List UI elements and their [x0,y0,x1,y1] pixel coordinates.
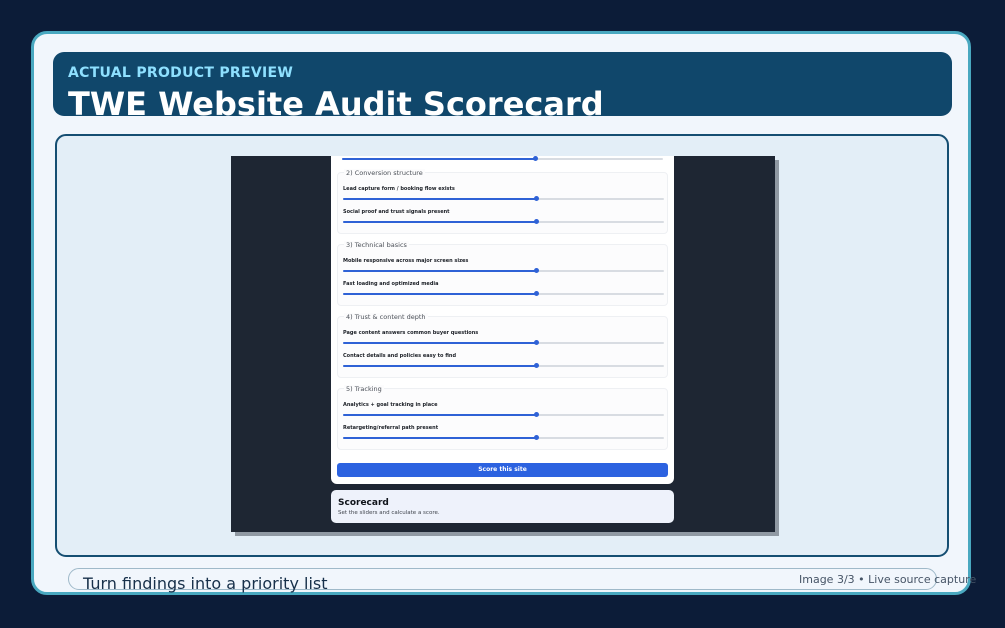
footer-caption: Turn findings into a priority list [83,574,328,593]
section-title: 3) Technical basics [344,241,409,249]
slider-fast-loading[interactable] [343,291,664,296]
slider-thumb[interactable] [533,435,539,440]
slider-analytics[interactable] [343,412,664,417]
header-banner: ACTUAL PRODUCT PREVIEW TWE Website Audit… [53,52,952,116]
section-trust-content: 4) Trust & content depth Page content an… [337,313,668,378]
section-title: 5) Tracking [344,385,384,393]
field-label: Fast loading and optimized media [343,281,439,287]
slider-thumb[interactable] [532,156,538,161]
scorecard-title: Scorecard [338,498,389,508]
audit-form-panel: 2) Conversion structure Lead capture for… [331,156,674,484]
slider-retargeting[interactable] [343,435,664,440]
slider-mobile-responsive[interactable] [343,268,664,273]
slider-page-content[interactable] [343,340,664,345]
top-slider[interactable] [342,156,663,161]
scorecard-subtitle: Set the sliders and calculate a score. [338,510,440,516]
score-site-button[interactable]: Score this site [337,463,668,477]
section-tracking: 5) Tracking Analytics + goal tracking in… [337,385,668,450]
field-label: Retargeting/referral path present [343,425,439,431]
section-title: 4) Trust & content depth [344,313,428,321]
slider-thumb[interactable] [533,412,539,417]
slider-thumb[interactable] [533,268,539,273]
slider-thumb[interactable] [533,363,539,368]
captured-screen: 2) Conversion structure Lead capture for… [231,156,775,532]
slider-thumb[interactable] [533,219,539,224]
slider-contact-details[interactable] [343,363,664,368]
slider-social-proof[interactable] [343,219,664,224]
slider-thumb[interactable] [533,196,539,201]
field-label: Page content answers common buyer questi… [343,330,479,336]
slider-thumb[interactable] [533,340,539,345]
field-label: Contact details and policies easy to fin… [343,353,457,359]
page-title: TWE Website Audit Scorecard [68,85,604,116]
slider-thumb[interactable] [533,291,539,296]
section-technical-basics: 3) Technical basics Mobile responsive ac… [337,241,668,306]
field-label: Mobile responsive across major screen si… [343,258,469,264]
header-kicker: ACTUAL PRODUCT PREVIEW [68,65,294,81]
footer-meta: Image 3/3 • Live source capture [799,573,977,586]
section-conversion-structure: 2) Conversion structure Lead capture for… [337,169,668,234]
field-label: Analytics + goal tracking in place [343,402,438,408]
field-label: Lead capture form / booking flow exists [343,186,455,192]
section-title: 2) Conversion structure [344,169,425,177]
field-label: Social proof and trust signals present [343,209,450,215]
slider-lead-capture[interactable] [343,196,664,201]
scorecard-panel: Scorecard Set the sliders and calculate … [331,490,674,523]
